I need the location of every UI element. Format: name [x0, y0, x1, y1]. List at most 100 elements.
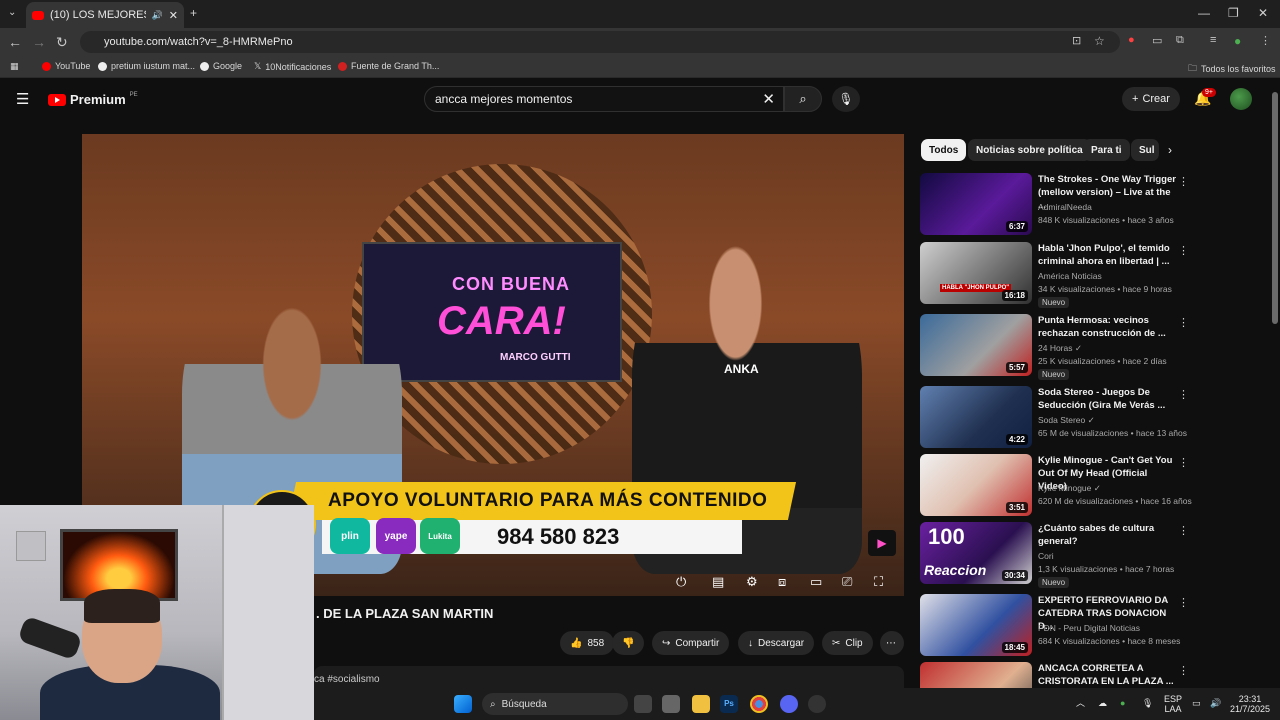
- list-item[interactable]: 5:57 Punta Hermosa: vecinos rechazan con…: [920, 314, 1265, 380]
- download-button[interactable]: ↓ Descargar: [738, 631, 815, 655]
- puzzle-icon[interactable]: ⧉: [1176, 34, 1184, 47]
- forward-icon[interactable]: →: [32, 34, 46, 50]
- tray-chevron-icon[interactable]: ︿: [1076, 698, 1085, 708]
- back-icon[interactable]: ←: [8, 34, 22, 50]
- more-options-icon[interactable]: ⋮: [1178, 175, 1189, 188]
- tab-search-icon[interactable]: ⌄: [8, 7, 16, 18]
- share-button[interactable]: ↪ Compartir: [652, 631, 730, 655]
- youtube-logo[interactable]: Premium PE: [48, 92, 138, 107]
- video-thumbnail[interactable]: 100 Reaccion 30:34: [920, 522, 1032, 584]
- video-thumbnail[interactable]: 5:57: [920, 314, 1032, 376]
- all-bookmarks[interactable]: 🗀 Todos los favoritos: [1188, 61, 1276, 77]
- more-actions-button[interactable]: ⋯: [880, 631, 904, 655]
- page-scrollbar[interactable]: [1272, 92, 1278, 324]
- tab-close-icon[interactable]: ✕: [169, 9, 178, 22]
- next-video-icon[interactable]: ▶: [868, 530, 896, 556]
- app-icon[interactable]: [808, 695, 826, 713]
- settings-gear-icon[interactable]: ⚙: [746, 574, 758, 590]
- video-thumbnail[interactable]: [920, 662, 1032, 688]
- video-thumbnail[interactable]: 6:37: [920, 173, 1032, 235]
- tray-app-icon[interactable]: ●: [1120, 698, 1125, 708]
- dislike-button[interactable]: 👎: [612, 631, 645, 655]
- video-thumbnail[interactable]: 4:22: [920, 386, 1032, 448]
- chip-todos[interactable]: Todos: [921, 139, 967, 161]
- profile-icon[interactable]: ●: [1234, 34, 1241, 48]
- taskbar-search[interactable]: ⌕ Búsqueda: [482, 693, 628, 715]
- voice-search-button[interactable]: 🎙: [832, 86, 860, 112]
- more-options-icon[interactable]: ⋮: [1178, 388, 1189, 401]
- task-view-icon[interactable]: [634, 695, 652, 713]
- discord-icon[interactable]: [780, 695, 798, 713]
- user-avatar[interactable]: [1230, 88, 1252, 110]
- reading-list-icon[interactable]: ≡: [1210, 34, 1216, 46]
- file-explorer-icon[interactable]: [692, 695, 710, 713]
- clear-search-icon[interactable]: ✕: [762, 90, 775, 108]
- miniplayer-icon[interactable]: ⧈: [778, 574, 786, 590]
- chip-sul[interactable]: Sul: [1131, 139, 1159, 161]
- extension-icon[interactable]: ▭: [1152, 34, 1162, 47]
- chip-para-ti[interactable]: Para ti: [1083, 139, 1130, 161]
- menu-dots-icon[interactable]: ⋮: [1260, 34, 1271, 47]
- more-options-icon[interactable]: ⋮: [1178, 524, 1189, 537]
- bookmark-pretium[interactable]: pretium iustum mat...: [98, 61, 195, 71]
- bookmark-star-icon[interactable]: ☆: [1094, 34, 1105, 48]
- hamburger-menu-icon[interactable]: ☰: [16, 90, 29, 108]
- address-bar[interactable]: youtube.com/watch?v=_8-HMRMePno: [80, 31, 1120, 53]
- like-button[interactable]: 👍 858: [560, 631, 615, 655]
- mic-tray-icon[interactable]: 🎙: [1142, 698, 1153, 708]
- search-button[interactable]: ⌕: [784, 86, 822, 112]
- chip-politica[interactable]: Noticias sobre política: [968, 139, 1091, 161]
- video-thumbnail[interactable]: 18:45: [920, 594, 1032, 656]
- list-item[interactable]: 18:45 EXPERTO FERROVIARIO DA CATEDRA TRA…: [920, 594, 1265, 660]
- fullscreen-icon[interactable]: ⛶: [874, 574, 883, 590]
- autoplay-toggle-icon[interactable]: ⏻: [676, 574, 686, 590]
- list-item[interactable]: ANCACA CORRETEA A CRISTORATA EN LA PLAZA…: [920, 662, 1265, 688]
- bookmark-notificaciones[interactable]: 𝕏 10Notificaciones: [254, 61, 331, 72]
- list-item[interactable]: 3:51 Kylie Minogue - Can't Get You Out O…: [920, 454, 1265, 520]
- chevron-right-icon[interactable]: ›: [1168, 143, 1172, 157]
- language-indicator[interactable]: ESP LAA: [1164, 694, 1182, 714]
- minimize-icon[interactable]: —: [1198, 6, 1210, 20]
- google-icon: [200, 61, 209, 71]
- list-item[interactable]: 4:22 Soda Stereo - Juegos De Seducción (…: [920, 386, 1265, 452]
- more-options-icon[interactable]: ⋮: [1178, 456, 1189, 469]
- bookmark-youtube[interactable]: YouTube: [42, 61, 90, 71]
- restore-icon[interactable]: ❐: [1228, 6, 1239, 20]
- photoshop-icon[interactable]: Ps: [720, 695, 738, 713]
- create-button[interactable]: + Crear: [1122, 87, 1180, 111]
- speaker-icon[interactable]: 🔊: [152, 10, 163, 21]
- video-thumbnail[interactable]: HABLA "JHON PULPO" 16:18: [920, 242, 1032, 304]
- video-thumbnail[interactable]: 3:51: [920, 454, 1032, 516]
- description-box[interactable]: ca #socialismo: [314, 666, 904, 690]
- cast-icon[interactable]: ⎚: [842, 574, 852, 590]
- more-options-icon[interactable]: ⋮: [1178, 596, 1189, 609]
- more-options-icon[interactable]: ⋮: [1178, 244, 1189, 257]
- install-icon[interactable]: ⊡: [1072, 34, 1081, 47]
- more-dots-icon: ⋯: [886, 637, 896, 649]
- app-icon[interactable]: [662, 695, 680, 713]
- clip-button[interactable]: ✂ Clip: [822, 631, 873, 655]
- theater-mode-icon[interactable]: ▭: [810, 574, 822, 590]
- clock[interactable]: 23:31 21/7/2025: [1230, 694, 1270, 714]
- more-options-icon[interactable]: ⋮: [1178, 664, 1189, 677]
- browser-tab[interactable]: (10) LOS MEJORES MOMEN 🔊 ✕: [26, 2, 184, 28]
- new-tab-icon[interactable]: +: [190, 6, 197, 20]
- extension-record-icon[interactable]: ●: [1128, 34, 1135, 46]
- list-item[interactable]: 100 Reaccion 30:34 ¿Cuánto sabes de cult…: [920, 522, 1265, 588]
- reload-icon[interactable]: ↻: [56, 34, 68, 51]
- list-item[interactable]: HABLA "JHON PULPO" 16:18 Habla 'Jhon Pul…: [920, 242, 1265, 308]
- chrome-icon[interactable]: [750, 695, 768, 713]
- window-close-icon[interactable]: ✕: [1258, 6, 1268, 20]
- bookmark-google[interactable]: Google: [200, 61, 242, 71]
- windows-start-icon[interactable]: [454, 695, 472, 713]
- browser-tab-bar: ⌄ (10) LOS MEJORES MOMEN 🔊 ✕ + — ❐ ✕: [0, 0, 1280, 28]
- volume-icon[interactable]: 🔊: [1210, 698, 1221, 708]
- network-icon[interactable]: ▭: [1192, 698, 1201, 708]
- list-item[interactable]: 6:37 The Strokes - One Way Trigger (mell…: [920, 173, 1265, 239]
- subtitles-icon[interactable]: ▤: [712, 574, 724, 590]
- apps-icon[interactable]: ▦: [10, 61, 19, 72]
- bookmark-grand-theft[interactable]: Fuente de Grand Th...: [338, 61, 439, 71]
- search-input[interactable]: ancca mejores momentos ✕: [424, 86, 784, 112]
- onedrive-icon[interactable]: ☁: [1098, 698, 1107, 708]
- more-options-icon[interactable]: ⋮: [1178, 316, 1189, 329]
